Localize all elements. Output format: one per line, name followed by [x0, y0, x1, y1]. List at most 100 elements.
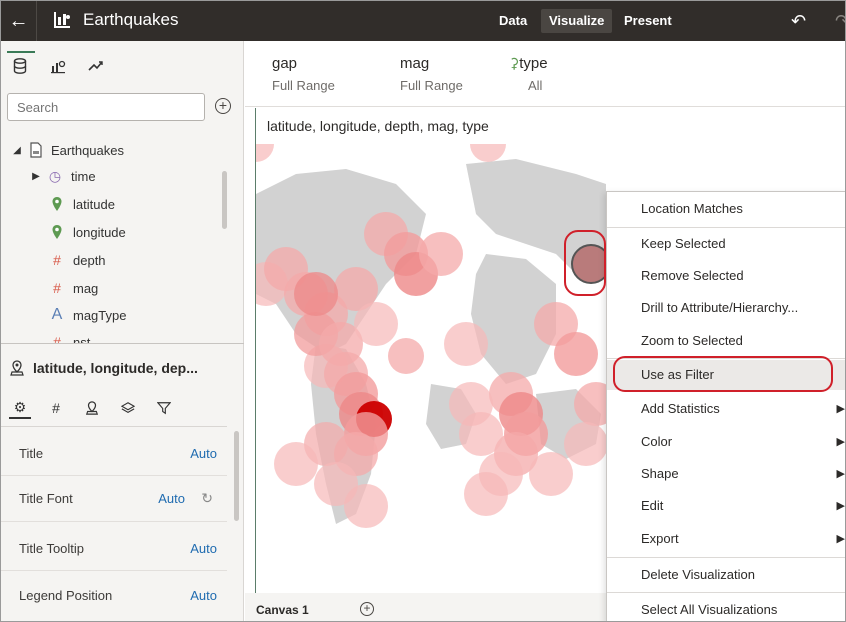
undo-icon[interactable]: ↶ — [791, 11, 806, 32]
viz-types-icon — [51, 60, 66, 74]
menu-shape[interactable]: Shape ▶ — [607, 459, 845, 489]
tree-item-label: nst — [73, 334, 91, 344]
menu-item-label: Color — [641, 434, 673, 449]
property-value[interactable]: Auto — [190, 446, 217, 461]
redo-icon[interactable]: ↷ — [835, 11, 845, 32]
tree-item-time[interactable]: ▶ ◷ time — [31, 165, 96, 187]
menu-select-all-visualizations[interactable]: Select All Visualizations — [607, 595, 845, 621]
viz-title-label: latitude, longitude, dep... — [33, 360, 198, 376]
search-input[interactable] — [7, 93, 205, 121]
values-hash-icon[interactable]: # — [45, 397, 67, 419]
add-data-icon[interactable]: + — [215, 98, 231, 114]
property-value[interactable]: Auto — [158, 491, 185, 506]
context-menu: Location Matches Keep Selected Remove Se… — [606, 191, 845, 621]
property-label: Title Tooltip — [19, 541, 85, 556]
pin-filter-icon[interactable]: ⚳ — [509, 55, 519, 71]
app-window: ← Earthquakes Data Visualize Present ↶ ↷ — [0, 0, 846, 622]
property-label: Legend Position — [19, 588, 113, 603]
tree-item-label: longitude — [73, 224, 126, 240]
tab-visualize[interactable]: Visualize — [541, 9, 613, 33]
row-divider — [1, 475, 227, 476]
hash-icon: # — [53, 280, 61, 296]
menu-export[interactable]: Export ▶ — [607, 524, 845, 554]
text-a-icon: A — [51, 306, 63, 323]
top-bar: ← Earthquakes Data Visualize Present ↶ ↷ — [1, 1, 845, 41]
tree-item-label: magType — [73, 307, 127, 323]
reset-icon[interactable]: ↻ — [201, 490, 213, 507]
menu-item-label: Shape — [641, 466, 679, 481]
chart-icon — [54, 12, 70, 28]
menu-edit[interactable]: Edit ▶ — [607, 491, 845, 521]
filter-funnel-icon[interactable] — [153, 397, 175, 419]
tree-item-depth[interactable]: # depth — [49, 249, 106, 271]
tree-item-label: time — [71, 168, 96, 184]
menu-item-label: Export — [641, 531, 679, 546]
property-tabs-divider — [1, 426, 227, 427]
menu-item-label: Add Statistics — [641, 401, 720, 416]
tree-item-longitude[interactable]: longitude — [49, 221, 126, 243]
expand-down-icon[interactable]: ◢ — [11, 145, 23, 156]
row-divider — [1, 521, 227, 522]
map-pin-outline-icon — [10, 360, 24, 376]
general-settings-icon[interactable]: ⚙ — [9, 397, 31, 419]
menu-remove-selected[interactable]: Remove Selected — [607, 261, 845, 291]
tree-item-label: depth — [73, 252, 106, 268]
database-icon — [13, 58, 27, 74]
property-title-font[interactable]: Title Font Auto ↻ — [1, 479, 227, 519]
menu-color[interactable]: Color ▶ — [607, 427, 845, 457]
hash-icon: # — [53, 334, 61, 343]
menu-zoom-to-selected[interactable]: Zoom to Selected — [607, 326, 845, 356]
highlight-selected-bubble — [564, 230, 606, 296]
tab-present[interactable]: Present — [616, 9, 680, 33]
tab-analytics[interactable] — [83, 53, 109, 79]
row-divider — [1, 570, 227, 571]
back-arrow-icon: ← — [8, 9, 29, 32]
expand-right-icon[interactable]: ▶ — [31, 171, 41, 182]
tree-item-magtype[interactable]: A magType — [49, 304, 127, 326]
filter-name: mag — [400, 55, 430, 72]
property-title[interactable]: Title Auto — [1, 434, 227, 474]
properties-scrollbar[interactable] — [234, 431, 239, 521]
menu-add-statistics[interactable]: Add Statistics ▶ — [607, 394, 845, 424]
submenu-arrow-icon: ▶ — [836, 500, 845, 512]
submenu-arrow-icon: ▶ — [836, 468, 845, 480]
tree-item-latitude[interactable]: latitude — [49, 193, 115, 215]
property-label: Title — [19, 446, 44, 461]
property-legend-position[interactable]: Legend Position Auto — [1, 576, 227, 616]
tab-visualizations[interactable] — [45, 53, 71, 79]
menu-location-matches[interactable]: Location Matches — [607, 194, 845, 224]
menu-separator — [607, 557, 845, 558]
back-button[interactable]: ← — [1, 1, 37, 41]
tab-data-elements[interactable] — [7, 51, 35, 79]
filter-type[interactable]: ⚳type All — [509, 55, 548, 93]
tree-item-mag[interactable]: # mag — [49, 277, 98, 299]
property-title-tooltip[interactable]: Title Tooltip Auto — [1, 529, 227, 569]
add-canvas-icon[interactable]: + — [360, 602, 374, 616]
submenu-arrow-icon: ▶ — [836, 436, 845, 448]
data-tree: ◢ Earthquakes ▶ ◷ time latitude longitud… — [1, 131, 244, 343]
menu-separator — [607, 592, 845, 593]
filter-value: Full Range — [400, 78, 463, 93]
tree-item-label: latitude — [73, 196, 115, 212]
canvas-tab-1[interactable]: Canvas 1 — [256, 603, 309, 617]
viz-heading: latitude, longitude, depth, mag, type — [267, 118, 489, 134]
menu-separator — [607, 227, 845, 228]
tree-scrollbar[interactable] — [222, 171, 227, 229]
tree-item-nst[interactable]: # nst — [49, 331, 90, 343]
layers-icon[interactable] — [117, 397, 139, 419]
submenu-arrow-icon: ▶ — [836, 533, 845, 545]
data-panel: + ◢ Earthquakes ▶ ◷ time latitude longit… — [1, 41, 244, 621]
menu-drill-to-attribute[interactable]: Drill to Attribute/Hierarchy... — [607, 293, 845, 323]
property-value[interactable]: Auto — [190, 541, 217, 556]
menu-keep-selected[interactable]: Keep Selected — [607, 229, 845, 259]
panel-divider[interactable] — [1, 343, 244, 344]
filter-mag[interactable]: mag Full Range — [400, 55, 463, 93]
property-value[interactable]: Auto — [190, 588, 217, 603]
filter-gap[interactable]: gap Full Range — [272, 55, 335, 93]
tab-data[interactable]: Data — [491, 9, 535, 33]
map-pin-icon[interactable] — [81, 397, 103, 419]
tree-item-label: mag — [73, 280, 99, 296]
earthquake-map[interactable] — [256, 144, 606, 593]
menu-delete-visualization[interactable]: Delete Visualization — [607, 560, 845, 590]
tree-item-earthquakes[interactable]: ◢ Earthquakes — [11, 139, 124, 161]
